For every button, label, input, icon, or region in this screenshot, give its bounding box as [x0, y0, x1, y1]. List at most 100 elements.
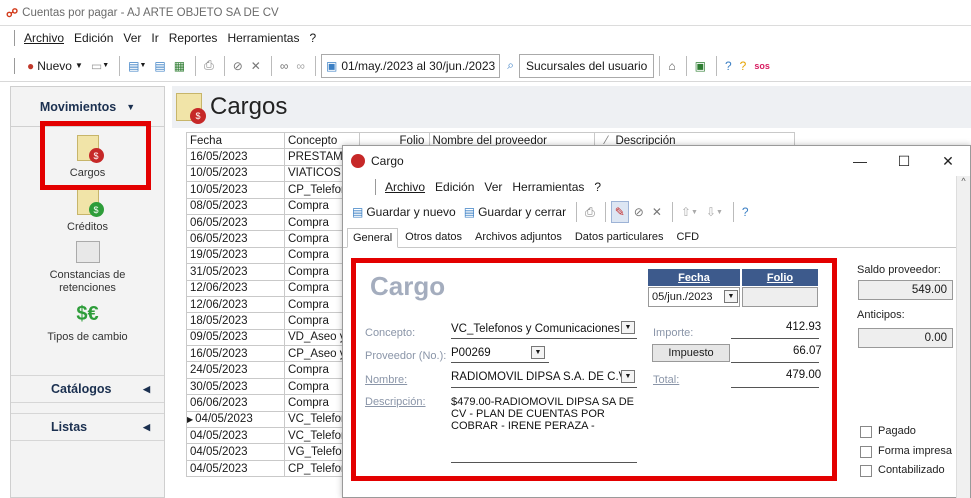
- cell-fecha: 06/05/2023: [186, 213, 285, 232]
- page-title: $ Cargos: [172, 86, 971, 128]
- delete-button[interactable]: ✕: [248, 55, 264, 77]
- fecha-value: 05/jun./2023: [652, 291, 713, 303]
- dialog-cancel-button[interactable]: ⊘: [631, 201, 647, 223]
- date-range-field[interactable]: ▣ 01/may./2023 al 30/jun./2023: [320, 53, 501, 78]
- window-title: Cuentas por pagar - AJ ARTE OBJETO SA DE…: [22, 6, 279, 19]
- tab-datos-particulares[interactable]: Datos particulares: [569, 227, 670, 247]
- cell-fecha: 19/05/2023: [186, 246, 285, 265]
- sidebar-item-constancias[interactable]: Constancias de retenciones: [11, 235, 164, 299]
- nombre-dropdown[interactable]: ▼: [621, 370, 635, 383]
- prev-button[interactable]: ⇧ ▼: [678, 201, 701, 223]
- impuesto-button[interactable]: Impuesto: [652, 344, 730, 362]
- toolbar-separator: [195, 55, 197, 76]
- menu-archivo[interactable]: Archivo: [24, 31, 64, 45]
- menu-ir[interactable]: Ir: [151, 31, 158, 45]
- sucursales-field[interactable]: Sucursales del usuario: [518, 53, 655, 78]
- total-value[interactable]: 479.00: [786, 369, 821, 381]
- dialog-menu-herramientas[interactable]: Herramientas: [512, 180, 584, 194]
- cell-fecha: 06/06/2023: [186, 394, 285, 412]
- dialog-menu-edicion[interactable]: Edición: [435, 180, 474, 194]
- sidebar-item-creditos[interactable]: $ Créditos: [11, 183, 164, 235]
- nombre-value[interactable]: RADIOMOVIL DIPSA S.A. DE C.V.: [451, 371, 628, 383]
- window-controls: — ☐ ✕: [838, 146, 970, 176]
- saldo-proveedor-value: 549.00: [911, 284, 947, 296]
- saldo-proveedor-field: 549.00: [858, 280, 953, 300]
- proveedor-underline: [451, 362, 549, 363]
- main-title-bar: ☍ Cuentas por pagar - AJ ARTE OBJETO SA …: [0, 0, 971, 26]
- nombre-label: Nombre:: [365, 374, 408, 386]
- sos-button[interactable]: sos: [751, 55, 773, 77]
- pagado-checkbox[interactable]: [860, 426, 872, 438]
- tab-cfd[interactable]: CFD: [670, 227, 705, 247]
- dialog-menu-archivo[interactable]: Archivo: [385, 180, 425, 194]
- nombre-underline: [451, 387, 637, 388]
- chevron-left-icon: ◀: [143, 421, 150, 432]
- anticipos-field: 0.00: [858, 328, 953, 348]
- impuesto-value[interactable]: 66.07: [793, 345, 822, 357]
- import-button[interactable]: ▤ ▼: [125, 55, 149, 77]
- edit-button[interactable]: ✎: [610, 201, 629, 223]
- dialog-toolbar: ▤ Guardar y nuevo ▤ Guardar y cerrar ⎙ ✎…: [343, 198, 970, 226]
- tab-otros-datos[interactable]: Otros datos: [399, 227, 468, 247]
- dialog-help-button[interactable]: ?: [739, 201, 752, 223]
- menu-edicion[interactable]: Edición: [74, 31, 113, 45]
- dialog-delete-button[interactable]: ✕: [649, 201, 665, 223]
- descripcion-value[interactable]: $479.00-RADIOMOVIL DIPSA SA DE CV - PLAN…: [451, 396, 641, 432]
- folio-field[interactable]: [742, 287, 818, 307]
- sidebar-item-tipos-cambio[interactable]: $€ Tipos de cambio: [11, 299, 164, 361]
- cancel-button[interactable]: ⊘: [230, 55, 246, 77]
- sidebar-section-listas[interactable]: Listas ◀: [11, 413, 164, 441]
- contabilizado-checkbox[interactable]: [860, 465, 872, 477]
- window-button[interactable]: ▣: [692, 55, 709, 77]
- menu-reportes[interactable]: Reportes: [169, 31, 218, 45]
- menu-bar: Archivo Edición Ver Ir Reportes Herramie…: [0, 26, 971, 50]
- dialog-scrollbar[interactable]: ^: [956, 176, 970, 498]
- find-button[interactable]: ∞: [277, 55, 292, 77]
- grid-icon: ▦: [173, 58, 186, 73]
- dialog-print-button[interactable]: ⎙: [582, 201, 598, 223]
- cell-fecha: 04/05/2023: [186, 443, 285, 461]
- toolbar-separator: [671, 202, 673, 222]
- forma-impresa-checkbox[interactable]: [860, 446, 872, 458]
- menu-ver[interactable]: Ver: [123, 31, 141, 45]
- concepto-dropdown[interactable]: ▼: [621, 321, 635, 334]
- main-toolbar: ● Nuevo ▼ ▭ ▼ ▤ ▼ ▤ ▦ ⎙ ⊘ ✕ ∞ ∞ ▣ 01/may./…: [0, 50, 971, 82]
- toolbar-separator: [604, 202, 606, 222]
- grid-view-button[interactable]: ▦: [171, 55, 188, 77]
- guardar-nuevo-button[interactable]: ▤ Guardar y nuevo: [349, 201, 459, 223]
- form-heading: Cargo: [370, 271, 446, 301]
- tab-general[interactable]: General: [347, 228, 399, 248]
- print-button[interactable]: ⎙: [201, 55, 217, 77]
- dialog-menu-help[interactable]: ?: [594, 180, 601, 194]
- open-folder-button[interactable]: ▭ ▼: [88, 55, 112, 77]
- fecha-dropdown[interactable]: ▼: [724, 290, 738, 303]
- calendar-icon: ▣: [325, 58, 338, 73]
- currency-exchange-icon: $€: [76, 303, 99, 325]
- importe-value[interactable]: 412.93: [786, 321, 821, 333]
- find-next-button[interactable]: ∞: [293, 55, 308, 77]
- next-button[interactable]: ⇩ ▼: [703, 201, 726, 223]
- guardar-cerrar-button[interactable]: ▤ Guardar y cerrar: [461, 201, 569, 223]
- sidebar-section-catalogos[interactable]: Catálogos ◀: [11, 375, 164, 403]
- nuevo-button[interactable]: ● Nuevo ▼: [24, 55, 86, 77]
- dialog-menu-ver[interactable]: Ver: [484, 180, 502, 194]
- close-button[interactable]: ✕: [926, 146, 970, 176]
- minimize-button[interactable]: —: [838, 146, 882, 176]
- menu-herramientas[interactable]: Herramientas: [227, 31, 299, 45]
- proveedor-dropdown[interactable]: ▼: [531, 346, 545, 359]
- home-button[interactable]: ⌂: [665, 55, 678, 77]
- tab-archivos-adjuntos[interactable]: Archivos adjuntos: [469, 227, 568, 247]
- folio-header: Folio: [742, 269, 818, 286]
- maximize-button[interactable]: ☐: [882, 146, 926, 176]
- menu-help[interactable]: ?: [309, 31, 316, 45]
- help-button[interactable]: ?: [722, 55, 735, 77]
- info-button[interactable]: ?: [737, 55, 750, 77]
- export-button[interactable]: ▤: [151, 55, 168, 77]
- concepto-value[interactable]: VC_Telefonos y Comunicaciones: [451, 323, 620, 335]
- cell-fecha: 04/05/2023: [186, 459, 285, 478]
- constancias-icon: [75, 241, 100, 263]
- column-header-fecha[interactable]: Fecha: [186, 131, 285, 150]
- cell-fecha: 08/05/2023: [186, 197, 285, 215]
- branch-filter-button[interactable]: ⌕: [504, 55, 517, 77]
- proveedor-value[interactable]: P00269: [451, 347, 491, 359]
